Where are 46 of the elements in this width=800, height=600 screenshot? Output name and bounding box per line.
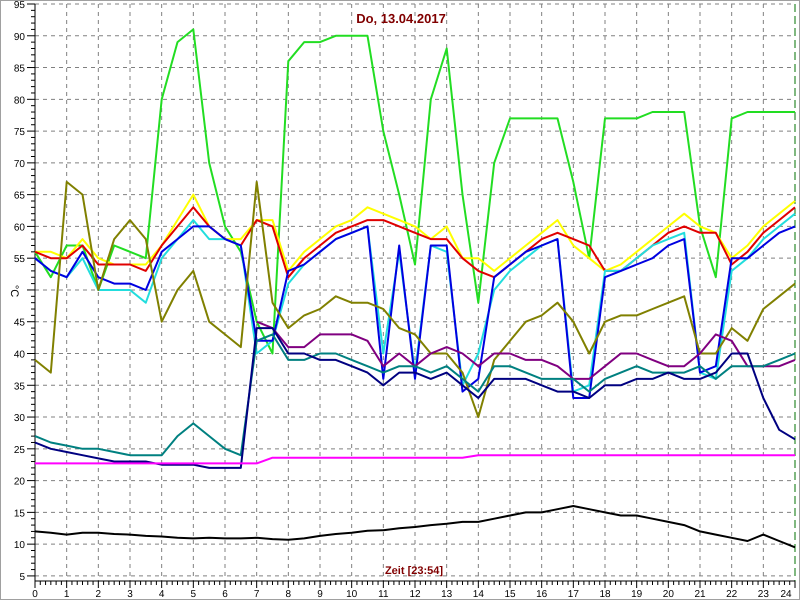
y-tick-label: 35: [14, 381, 25, 392]
x-tick-label: 4: [158, 589, 164, 599]
x-tick-label: 16: [536, 589, 548, 599]
y-tick-label: 65: [14, 190, 25, 202]
x-tick-label: 24: [780, 589, 792, 599]
y-tick-label: 15: [14, 508, 25, 520]
y-tick-label: 20: [14, 476, 25, 488]
x-tick-label: 10: [346, 589, 358, 599]
y-tick-label: 85: [14, 64, 25, 75]
y-tick-label: 80: [14, 95, 25, 106]
y-tick-label: 30: [14, 413, 25, 424]
x-tick-label: 20: [662, 589, 674, 599]
y-tick-label: 75: [14, 127, 25, 138]
x-tick-label: 7: [254, 589, 260, 599]
x-tick-label: 18: [599, 589, 611, 599]
y-axis-label: °C: [8, 284, 20, 298]
y-tick-label: 95: [14, 1, 25, 11]
y-tick-label: 45: [14, 318, 25, 329]
x-tick-label: 15: [504, 589, 516, 599]
x-tick-label: 22: [726, 589, 738, 599]
x-tick-label: 5: [190, 589, 196, 599]
x-tick-label: 0: [32, 589, 38, 599]
x-axis-label: Zeit [23:54]: [384, 565, 444, 577]
x-tick-label: 13: [441, 589, 452, 599]
x-tick-label: 14: [472, 589, 484, 599]
x-tick-label: 1: [64, 589, 70, 599]
x-tick-label: 11: [378, 589, 389, 599]
x-tick-label: 21: [694, 589, 706, 599]
y-tick-label: 55: [14, 254, 25, 266]
x-tick-label: 2: [96, 589, 102, 599]
chart-title: Do, 13.04.2017: [356, 11, 446, 26]
x-tick-label: 9: [317, 589, 323, 599]
x-tick-label: 3: [127, 589, 133, 599]
x-tick-label: 19: [631, 589, 642, 599]
x-tick-label: 12: [409, 589, 421, 599]
y-tick-label: 90: [14, 32, 25, 43]
y-tick-label: 10: [14, 540, 25, 552]
y-tick-label: 60: [14, 222, 25, 234]
x-tick-label: 6: [222, 589, 228, 599]
y-tick-label: 40: [14, 350, 25, 360]
x-tick-label: 8: [286, 589, 292, 599]
x-tick-label: 17: [568, 589, 579, 599]
x-tick-label: 23: [758, 589, 769, 599]
y-tick-label: 25: [14, 444, 25, 456]
y-tick-label: 5: [19, 572, 25, 583]
y-tick-label: 70: [14, 158, 25, 170]
